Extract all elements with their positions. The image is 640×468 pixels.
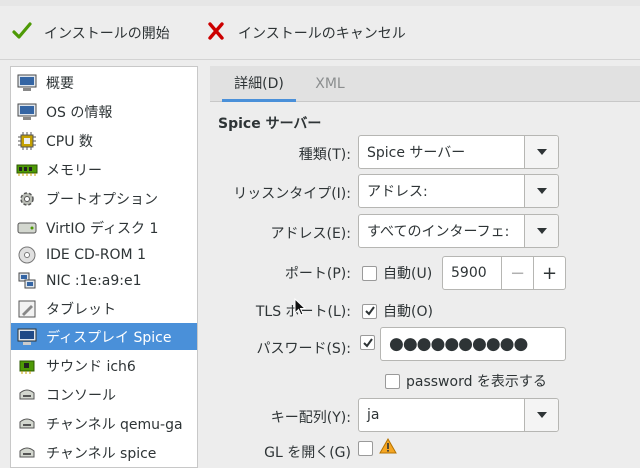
show-password-label: password を表示する [406,374,547,390]
cdrom-icon [16,244,38,266]
sidebar-item-label: CPU 数 [46,133,93,150]
tab-xml[interactable]: XML [306,66,354,102]
network-icon [16,270,38,292]
computer-icon [16,72,38,94]
sidebar-item-label: 概要 [46,75,74,92]
tab-bar: 詳細(D) XML [210,66,640,102]
sidebar-item-memory[interactable]: メモリー [11,156,197,183]
port-label: ポート(P): [284,266,351,282]
checkbox-box[interactable] [362,265,377,281]
sidebar-item-label: チャンネル spice [46,445,157,462]
spice-details-panel: Spice サーバー 種類(T): Spice サーバー リッスンタイプ(I):… [210,102,640,468]
type-label: 種類(T): [298,147,351,163]
hardware-list: 概要 OS の情報 CPU 数 メモリー ブートオプション VirtIO ディス… [10,66,198,468]
sidebar-item-virtio-disk[interactable]: VirtIO ディスク 1 [11,214,197,241]
chevron-down-icon[interactable] [524,175,558,207]
sidebar-item-boot-options[interactable]: ブートオプション [11,185,197,212]
checkbox-box[interactable] [385,373,400,389]
port-auto-checkbox[interactable]: 自動(U) [362,263,432,283]
section-title: Spice サーバー [218,116,322,132]
keymap-label: キー配列(Y): [270,410,351,426]
checkmark-icon [12,21,32,45]
cancel-x-icon [206,21,226,45]
sidebar-item-os-info[interactable]: OS の情報 [11,98,197,125]
channel-icon [16,442,38,464]
password-field[interactable]: ●●●●●●●●●● [380,327,566,361]
sidebar-item-label: ブートオプション [46,191,158,208]
channel-icon [16,413,38,435]
sidebar-item-tablet[interactable]: タブレット [11,295,197,322]
begin-install-label: インストールの開始 [44,26,170,42]
sidebar-item-channel-spice[interactable]: チャンネル spice [11,439,197,466]
sidebar-item-ide-cdrom[interactable]: IDE CD-ROM 1 [11,241,197,268]
mouse-pointer-icon [294,297,307,320]
opengl-label: GL を開く(G) [264,445,351,461]
tablet-icon [16,298,38,320]
gear-icon [16,188,38,210]
sidebar-item-overview[interactable]: 概要 [11,69,197,96]
warning-icon [379,437,397,458]
password-label: パスワード(S): [256,341,351,357]
cpu-icon [16,130,38,152]
port-value: 5900 [451,265,487,281]
keymap-combo[interactable]: ja [358,398,559,432]
address-combo[interactable]: すべてのインターフェ: [358,214,559,248]
memory-icon [16,159,38,181]
increment-button[interactable]: + [533,257,565,289]
tls-auto-checkbox[interactable]: 自動(O) [362,301,433,321]
decrement-button[interactable]: − [501,257,533,289]
cancel-install-button[interactable]: インストールのキャンセル [206,18,406,48]
sidebar-item-channel-qemu-ga[interactable]: チャンネル qemu-ga [11,410,197,437]
sidebar-item-label: メモリー [46,162,102,179]
sidebar-item-label: サウンド ich6 [46,358,136,375]
address-label: アドレス(E): [270,226,352,242]
sidebar-item-label: ディスプレイ Spice [46,329,172,346]
sidebar-item-label: チャンネル qemu-ga [46,416,183,433]
show-password-checkbox[interactable]: password を表示する [385,371,547,391]
display-icon [16,326,38,348]
sound-icon [16,355,38,377]
sidebar-item-nic[interactable]: NIC :1e:a9:e1 [11,267,197,294]
listen-type-label: リッスンタイプ(I): [233,186,351,202]
sidebar-item-label: NIC :1e:a9:e1 [46,272,142,289]
type-value: Spice サーバー [367,145,466,161]
port-auto-label: 自動(U) [383,266,433,282]
chevron-down-icon[interactable] [524,136,558,168]
tab-details[interactable]: 詳細(D) [222,66,296,102]
begin-install-button[interactable]: インストールの開始 [12,18,170,48]
computer-info-icon [16,101,38,123]
sidebar-item-label: IDE CD-ROM 1 [46,246,146,263]
sidebar-item-display-spice[interactable]: ディスプレイ Spice [11,323,197,350]
address-value: すべてのインターフェ: [367,224,510,240]
cancel-install-label: インストールのキャンセル [238,26,406,42]
opengl-checkbox[interactable] [358,437,397,458]
sidebar-item-label: OS の情報 [46,104,113,121]
serial-icon [16,384,38,406]
chevron-down-icon[interactable] [524,215,558,247]
sidebar-item-label: コンソール [46,387,116,404]
checkbox-checked[interactable] [362,303,377,319]
toolbar: インストールの開始 インストールのキャンセル [0,6,640,60]
chevron-down-icon[interactable] [524,399,558,431]
listen-type-combo[interactable]: アドレス: [358,174,559,208]
hard-disk-icon [16,217,38,239]
sidebar-item-console[interactable]: コンソール [11,381,197,408]
tls-auto-label: 自動(O) [383,304,433,320]
sidebar-item-cpu[interactable]: CPU 数 [11,127,197,154]
listen-type-value: アドレス: [367,184,428,200]
checkbox-checked[interactable] [360,335,375,350]
sidebar-item-label: タブレット [46,301,116,318]
checkbox-box[interactable] [358,440,373,456]
sidebar-item-label: VirtIO ディスク 1 [46,220,159,237]
password-enable-checkbox[interactable] [360,335,375,350]
sidebar-item-sound[interactable]: サウンド ich6 [11,352,197,379]
port-spinbutton[interactable]: 5900 − + [442,256,566,290]
keymap-value: ja [367,407,380,423]
type-combo[interactable]: Spice サーバー [358,135,559,169]
